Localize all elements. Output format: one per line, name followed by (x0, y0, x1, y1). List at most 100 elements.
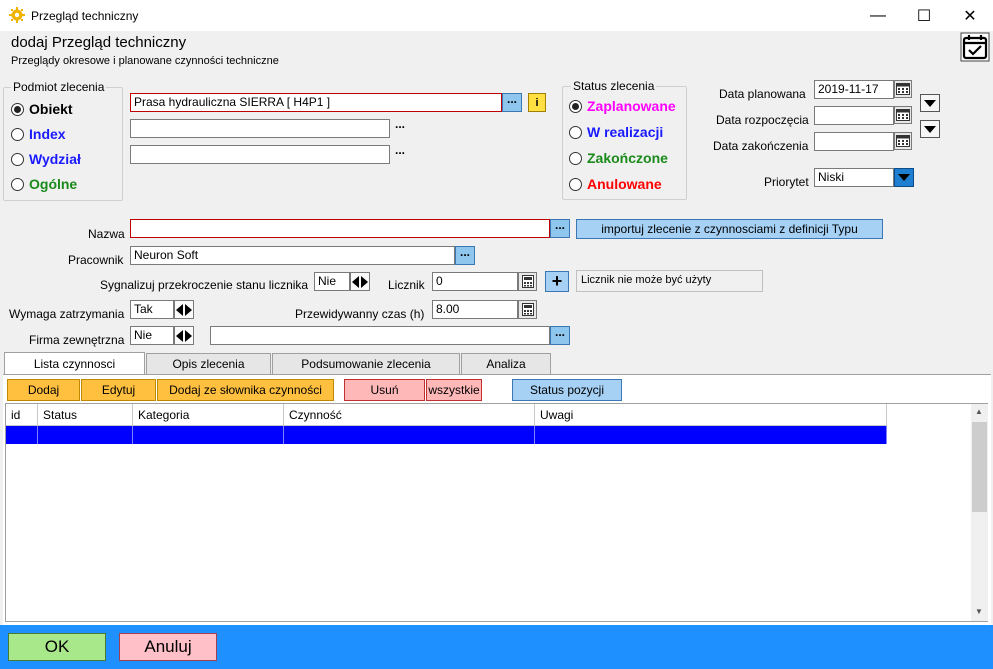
add-licznik-button[interactable]: + (545, 271, 569, 292)
podmiot-radio-label: Wydział (29, 151, 81, 167)
dodaj-ze-slownika-button[interactable]: Dodaj ze słownika czynności (157, 379, 334, 401)
column-header-id[interactable]: id (6, 404, 38, 426)
scroll-down-icon[interactable]: ▼ (975, 607, 983, 616)
radio-checked-icon[interactable] (569, 99, 582, 113)
wymaga-select[interactable]: Tak (130, 300, 174, 319)
podmiot-radio-2[interactable]: Index (11, 126, 66, 142)
data-planowana-field[interactable]: 2019-11-17 (814, 80, 894, 99)
radio-unchecked-icon[interactable] (11, 152, 24, 166)
table-row[interactable] (535, 426, 887, 444)
obiekt-field[interactable]: Prasa hydrauliczna SIERRA [ H4P1 ] (130, 93, 502, 112)
status-radio-label: Zakończone (587, 150, 668, 166)
calculator-icon[interactable] (518, 272, 537, 291)
toggle-arrows-icon[interactable] (174, 300, 194, 319)
priorytet-label: Priorytet (764, 175, 809, 189)
column-header-czynnosc[interactable]: Czynność (284, 404, 535, 426)
info-button[interactable]: i (528, 93, 546, 112)
radio-unchecked-icon[interactable] (11, 127, 24, 141)
pracownik-select-button[interactable]: ... (455, 246, 475, 265)
radio-unchecked-icon[interactable] (569, 151, 582, 165)
chevron-down-icon[interactable] (920, 94, 940, 112)
toggle-arrows-icon[interactable] (174, 326, 194, 345)
nazwa-field[interactable] (130, 219, 550, 238)
podmiot-radio-label: Index (29, 126, 66, 142)
dodaj-button[interactable]: Dodaj (7, 379, 80, 401)
calendar-icon[interactable] (894, 106, 912, 124)
status-legend: Status zlecenia (571, 79, 657, 93)
edytuj-button[interactable]: Edytuj (81, 379, 156, 401)
data-zakonczenia-field[interactable] (814, 132, 894, 151)
obiekt-select-button[interactable]: ... (502, 93, 522, 112)
table-row[interactable] (38, 426, 133, 444)
czynnosci-grid: id Status Kategoria Czynność Uwagi ▲ ▼ (5, 403, 988, 622)
data-rozpoczecia-field[interactable] (814, 106, 894, 125)
scroll-up-icon[interactable]: ▲ (975, 407, 983, 416)
status-radio-1[interactable]: Zaplanowane (569, 98, 676, 114)
usun-wszystkie-button[interactable]: wszystkie (426, 379, 482, 401)
usun-button[interactable]: Usuń (344, 379, 425, 401)
status-radio-label: W realizacji (587, 124, 664, 140)
wydzial-select-button[interactable]: ... (390, 144, 410, 164)
tab-analiza[interactable]: Analiza (461, 353, 551, 374)
minimize-icon: — (870, 6, 886, 24)
cancel-button[interactable]: Anuluj (119, 633, 217, 661)
calendar-icon[interactable] (894, 132, 912, 150)
table-row[interactable] (6, 426, 38, 444)
radio-unchecked-icon[interactable] (11, 177, 24, 191)
radio-unchecked-icon[interactable] (569, 177, 582, 191)
tab-opis-zlecenia[interactable]: Opis zlecenia (146, 353, 271, 374)
gear-icon (9, 7, 25, 23)
ok-button[interactable]: OK (8, 633, 106, 661)
toggle-arrows-icon[interactable] (350, 272, 370, 291)
window-title: Przegląd techniczny (31, 9, 139, 23)
status-radio-label: Zaplanowane (587, 98, 676, 114)
calendar-check-icon[interactable] (960, 32, 990, 62)
close-button[interactable]: ✕ (947, 0, 993, 31)
maximize-button[interactable]: ☐ (901, 0, 947, 31)
column-header-status[interactable]: Status (38, 404, 133, 426)
status-radio-2[interactable]: W realizacji (569, 124, 663, 140)
calculator-icon[interactable] (518, 300, 537, 319)
nazwa-label: Nazwa (88, 227, 125, 241)
scrollbar-thumb[interactable] (972, 422, 987, 512)
column-header-uwagi[interactable]: Uwagi (535, 404, 887, 426)
import-button[interactable]: importuj zlecenie z czynnosciami z defin… (576, 219, 883, 239)
close-icon: ✕ (963, 7, 977, 25)
status-pozycji-button[interactable]: Status pozycji (512, 379, 622, 401)
radio-checked-icon[interactable] (11, 102, 24, 116)
chevron-down-icon[interactable] (920, 120, 940, 138)
minimize-button[interactable]: — (855, 0, 901, 31)
podmiot-radio-1[interactable]: Obiekt (11, 101, 73, 117)
table-row[interactable] (133, 426, 284, 444)
tab-podsumowanie-zlecenia[interactable]: Podsumowanie zlecenia (272, 353, 460, 374)
radio-unchecked-icon[interactable] (569, 125, 582, 139)
czas-field[interactable]: 8.00 (432, 300, 518, 319)
tab-lista-czynnosci[interactable]: Lista czynnosci (4, 352, 145, 374)
licznik-field[interactable]: 0 (432, 272, 518, 291)
table-row[interactable] (284, 426, 535, 444)
status-radio-label: Anulowane (587, 176, 662, 192)
vertical-scrollbar[interactable]: ▲ ▼ (971, 404, 988, 621)
podmiot-radio-4[interactable]: Ogólne (11, 176, 77, 192)
calendar-icon[interactable] (894, 80, 912, 98)
chevron-down-icon[interactable] (894, 168, 914, 187)
podmiot-radio-3[interactable]: Wydział (11, 151, 81, 167)
firma-select[interactable]: Nie (130, 326, 174, 345)
maximize-icon: ☐ (916, 7, 932, 25)
nazwa-select-button[interactable]: ... (550, 219, 570, 238)
czas-label: Przewidywanny czas (h) (295, 307, 425, 321)
index-select-button[interactable]: ... (390, 118, 410, 138)
firma-name-field[interactable] (210, 326, 550, 345)
status-radio-3[interactable]: Zakończone (569, 150, 668, 166)
priorytet-select[interactable]: Niski (814, 168, 894, 187)
column-header-kategoria[interactable]: Kategoria (133, 404, 284, 426)
data-planowana-label: Data planowana (719, 87, 806, 101)
index-field[interactable] (130, 119, 390, 138)
pracownik-field[interactable]: Neuron Soft (130, 246, 455, 265)
wydzial-field[interactable] (130, 145, 390, 164)
podmiot-legend: Podmiot zlecenia (11, 80, 107, 94)
sygnalizuj-select[interactable]: Nie (314, 272, 350, 291)
firma-select-button[interactable]: ... (550, 326, 570, 345)
podmiot-radio-label: Ogólne (29, 176, 78, 192)
status-radio-4[interactable]: Anulowane (569, 176, 662, 192)
